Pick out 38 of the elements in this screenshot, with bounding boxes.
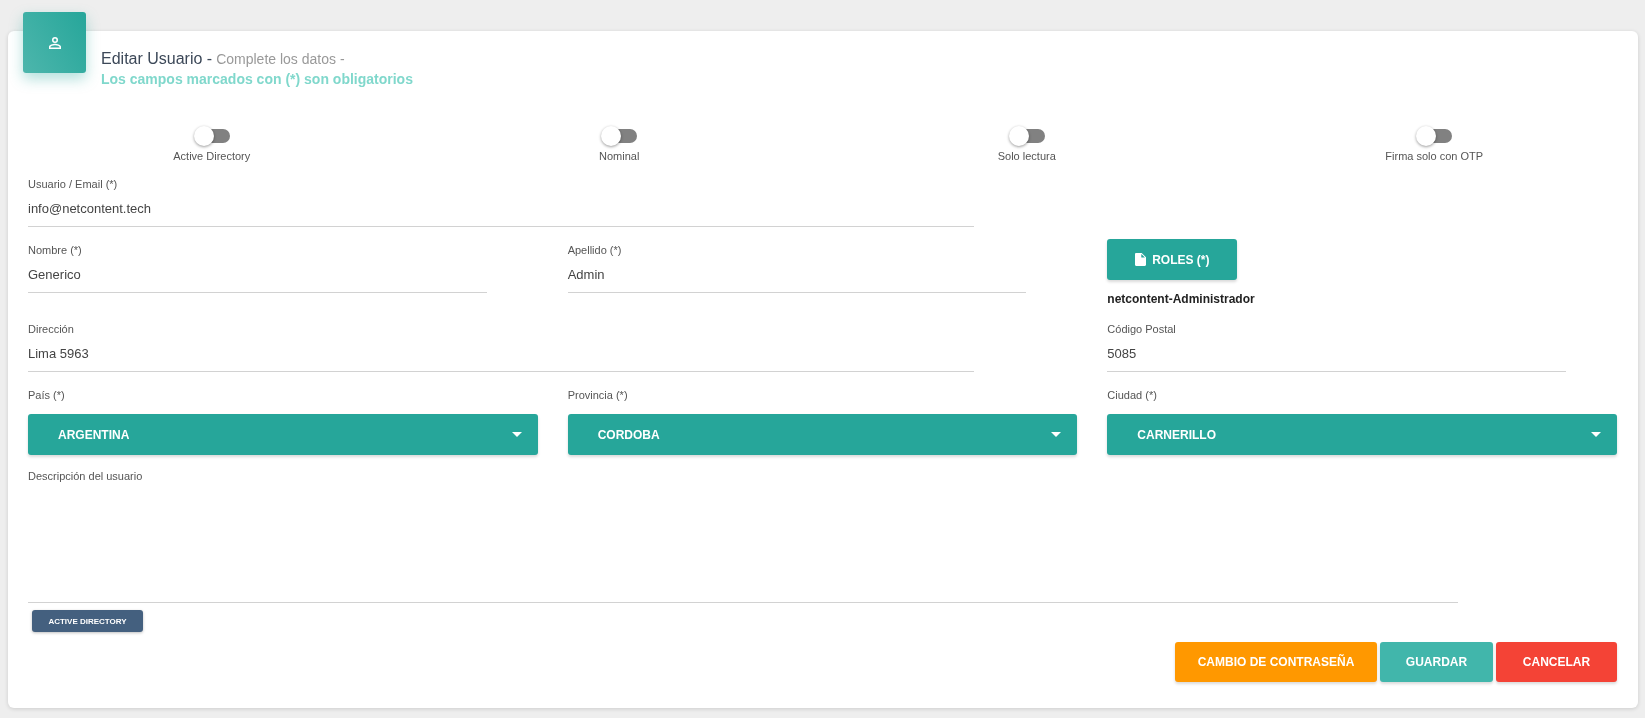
dropdown[interactable]: ARGENTINA — [28, 414, 538, 455]
input-field[interactable]: Generico — [28, 258, 487, 293]
field-label: Apellido (*) — [567, 243, 622, 258]
toggle-switch[interactable] — [193, 126, 230, 146]
toggle-switch[interactable] — [1416, 126, 1453, 146]
caret-icon — [1051, 432, 1062, 437]
field-label: Dirección — [28, 322, 74, 337]
form-subtitle: Complete los datos - — [216, 51, 345, 67]
action-button[interactable]: GUARDAR — [1380, 642, 1493, 682]
toggle-switch[interactable] — [601, 126, 638, 146]
toggle-label: Solo lectura — [997, 149, 1056, 164]
toggle-label: Active Directory — [173, 149, 251, 164]
input-field[interactable]: 5085 — [1107, 337, 1566, 372]
dropdown[interactable]: CORDOBA — [567, 414, 1078, 455]
field-label: Ciudad (*) — [1107, 388, 1158, 403]
action-button[interactable]: CAMBIO DE CONTRASEÑA — [1175, 642, 1377, 682]
input-field[interactable]: Lima 5963 — [28, 337, 975, 372]
assigned-role: netcontent-Administrador — [1107, 291, 1255, 307]
field-label: Código Postal — [1107, 322, 1176, 337]
field-label: Nombre (*) — [28, 243, 82, 258]
field-label: Usuario / Email (*) — [28, 177, 118, 192]
field-label: Provincia (*) — [567, 388, 629, 403]
field-label: País (*) — [28, 388, 66, 403]
caret-icon — [1591, 432, 1601, 437]
form-title: Editar Usuario - — [101, 50, 213, 67]
caret-icon — [511, 432, 522, 437]
document-icon — [1135, 253, 1147, 266]
field-label: Descripción del usuario — [28, 469, 143, 484]
input-field[interactable]: Admin — [567, 258, 1027, 293]
toggle-label: Nominal — [599, 149, 640, 164]
toggle-label: Firma solo con OTP — [1385, 149, 1484, 164]
required-note: Los campos marcados con (*) son obligatorios — [101, 70, 414, 89]
email-field[interactable]: info@netcontent.tech — [28, 192, 975, 227]
dropdown[interactable]: CARNERILLO — [1107, 414, 1617, 455]
roles-button[interactable]: ROLES (*) — [1107, 239, 1238, 280]
action-button[interactable]: CANCELAR — [1496, 642, 1617, 682]
toggle-switch[interactable] — [1008, 126, 1045, 146]
active-directory-button[interactable]: ACTIVE DIRECTORY — [32, 610, 143, 632]
